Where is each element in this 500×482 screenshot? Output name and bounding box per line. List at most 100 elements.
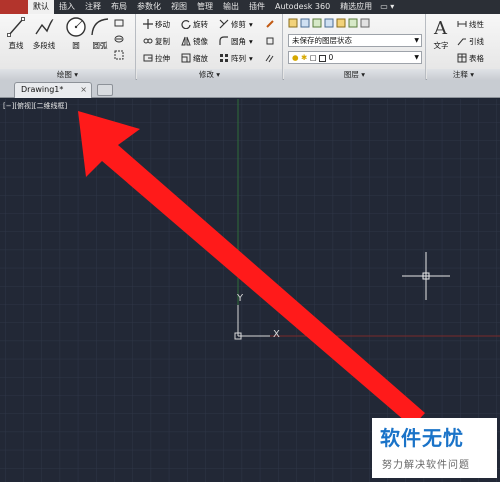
- layer-state-icon[interactable]: [300, 18, 310, 28]
- linear-dimension-button[interactable]: 线性: [457, 17, 484, 31]
- stretch-label: 拉伸: [155, 53, 170, 63]
- circle-icon: [66, 17, 86, 37]
- tab-featured-apps[interactable]: 精选应用: [335, 0, 377, 14]
- explode-button[interactable]: [265, 34, 277, 48]
- copy-label: 复制: [155, 36, 170, 46]
- ucs-x-label: X: [273, 329, 280, 340]
- explode-icon: [266, 37, 274, 45]
- fillet-button[interactable]: 圆角 ▾: [219, 34, 253, 48]
- leader-icon: [457, 38, 466, 46]
- hatch-button[interactable]: [114, 32, 126, 46]
- rotate-icon: [181, 20, 191, 29]
- trim-dropdown-icon[interactable]: ▾: [249, 20, 253, 29]
- draw-panel-title[interactable]: 绘图 ▾: [0, 69, 135, 80]
- svg-text:A: A: [433, 18, 448, 38]
- layer-tools-row: [288, 16, 372, 30]
- move-icon: [143, 19, 153, 29]
- copy-button[interactable]: 复制: [143, 34, 170, 48]
- arc-button[interactable]: 圆弧: [86, 16, 114, 51]
- lightbulb-icon: ●: [292, 53, 299, 62]
- layer-state-value: 未保存的图层状态: [292, 36, 352, 45]
- rectangle-button[interactable]: [114, 16, 126, 30]
- close-icon[interactable]: ×: [80, 83, 87, 97]
- arc-label: 圆弧: [92, 41, 108, 50]
- leader-label: 引线: [469, 36, 484, 46]
- array-button[interactable]: 阵列 ▾: [219, 51, 253, 65]
- tab-autodesk-360[interactable]: Autodesk 360: [270, 0, 335, 14]
- tab-home[interactable]: 默认: [28, 0, 54, 14]
- title-bar: 默认 插入 注释 布局 参数化 视图 管理 输出 插件 Autodesk 360…: [0, 0, 500, 14]
- layer-lock-icon[interactable]: [360, 18, 370, 28]
- offset-button[interactable]: [265, 51, 277, 65]
- tab-layout[interactable]: 布局: [106, 0, 132, 14]
- tab-parametric[interactable]: 参数化: [132, 0, 166, 14]
- annotation-panel: A 文字 线性 引线 表格 注释 ▾: [427, 14, 500, 80]
- trim-icon: [219, 19, 229, 29]
- application-menu-button[interactable]: [0, 0, 28, 14]
- line-label: 直线: [8, 41, 24, 50]
- sun-icon: ✱: [300, 53, 308, 62]
- move-button[interactable]: 移动: [143, 17, 170, 31]
- tab-annotate[interactable]: 注释: [80, 0, 106, 14]
- fillet-dropdown-icon[interactable]: ▾: [249, 37, 253, 46]
- rotate-button[interactable]: 旋转: [181, 17, 208, 31]
- draw-panel: 直线 多段线 圆 圆弧 绘图 ▾: [0, 14, 136, 80]
- boundary-icon: [114, 50, 124, 60]
- table-label: 表格: [469, 53, 484, 63]
- move-label: 移动: [155, 19, 170, 29]
- layer-properties-icon[interactable]: [288, 18, 298, 28]
- layer-state-dropdown[interactable]: 未保存的图层状态 ▼: [288, 34, 422, 47]
- ribbon-options-dropdown[interactable]: ▭ ▾: [377, 0, 397, 14]
- arc-icon: [91, 18, 109, 36]
- fillet-label: 圆角: [231, 36, 246, 46]
- text-label: 文字: [433, 41, 449, 50]
- layers-panel: 未保存的图层状态 ▼ ● ✱ ▢ 0 ▼ 图层 ▾: [284, 14, 426, 80]
- erase-button[interactable]: [265, 17, 277, 31]
- current-layer-value: 0: [328, 53, 334, 62]
- mirror-button[interactable]: 镜像: [181, 34, 208, 48]
- ribbon-tabs: 默认 插入 注释 布局 参数化 视图 管理 输出 插件 Autodesk 360…: [28, 0, 397, 14]
- layers-panel-title[interactable]: 图层 ▾: [284, 69, 425, 80]
- tab-plugins[interactable]: 插件: [244, 0, 270, 14]
- table-icon: [457, 53, 467, 63]
- tab-insert[interactable]: 插入: [54, 0, 80, 14]
- layer-off-icon[interactable]: [336, 18, 346, 28]
- line-icon: [7, 17, 25, 37]
- ribbon: 直线 多段线 圆 圆弧 绘图 ▾ 移动 旋转 修剪 ▾ 复制 镜像 圆角 ▾ 拉…: [0, 14, 500, 80]
- array-dropdown-icon[interactable]: ▾: [249, 54, 253, 63]
- tab-manage[interactable]: 管理: [192, 0, 218, 14]
- tab-view[interactable]: 视图: [166, 0, 192, 14]
- watermark-subtitle: 努力解决软件问题: [382, 460, 470, 471]
- trim-button[interactable]: 修剪 ▾: [219, 17, 253, 31]
- mirror-icon: [181, 36, 191, 46]
- viewport-controls[interactable]: [−][俯视][二维线框]: [3, 101, 67, 111]
- boundary-button[interactable]: [114, 48, 126, 62]
- scale-button[interactable]: 缩放: [181, 51, 208, 65]
- tab-output[interactable]: 输出: [218, 0, 244, 14]
- tab-drawing1[interactable]: Drawing1* ×: [14, 82, 92, 98]
- polyline-button[interactable]: 多段线: [28, 16, 60, 51]
- layer-color-swatch: [319, 54, 327, 62]
- array-icon: [220, 54, 228, 62]
- annotation-panel-title[interactable]: 注释 ▾: [427, 69, 500, 80]
- watermark: 软件无忧 努力解决软件问题: [372, 418, 497, 478]
- layer-freeze-icon[interactable]: [324, 18, 334, 28]
- ucs-y-label: Y: [236, 293, 244, 304]
- new-drawing-button[interactable]: [97, 84, 113, 96]
- stretch-icon: [143, 54, 153, 62]
- fillet-icon: [219, 36, 228, 45]
- mirror-label: 镜像: [193, 36, 208, 46]
- document-tab-label: Drawing1*: [21, 85, 64, 94]
- text-icon: A: [433, 18, 448, 38]
- line-button[interactable]: 直线: [2, 16, 30, 51]
- layer-isolate-icon[interactable]: [312, 18, 322, 28]
- modify-panel-title[interactable]: 修改 ▾: [137, 69, 282, 80]
- polyline-icon: [35, 19, 54, 35]
- table-button[interactable]: 表格: [457, 51, 484, 65]
- layer-dropdown[interactable]: ● ✱ ▢ 0 ▼: [288, 51, 422, 64]
- dimension-icon: [457, 21, 467, 27]
- layer-match-icon[interactable]: [348, 18, 358, 28]
- stretch-button[interactable]: 拉伸: [143, 51, 170, 65]
- text-button[interactable]: A 文字: [429, 16, 453, 51]
- leader-button[interactable]: 引线: [457, 34, 484, 48]
